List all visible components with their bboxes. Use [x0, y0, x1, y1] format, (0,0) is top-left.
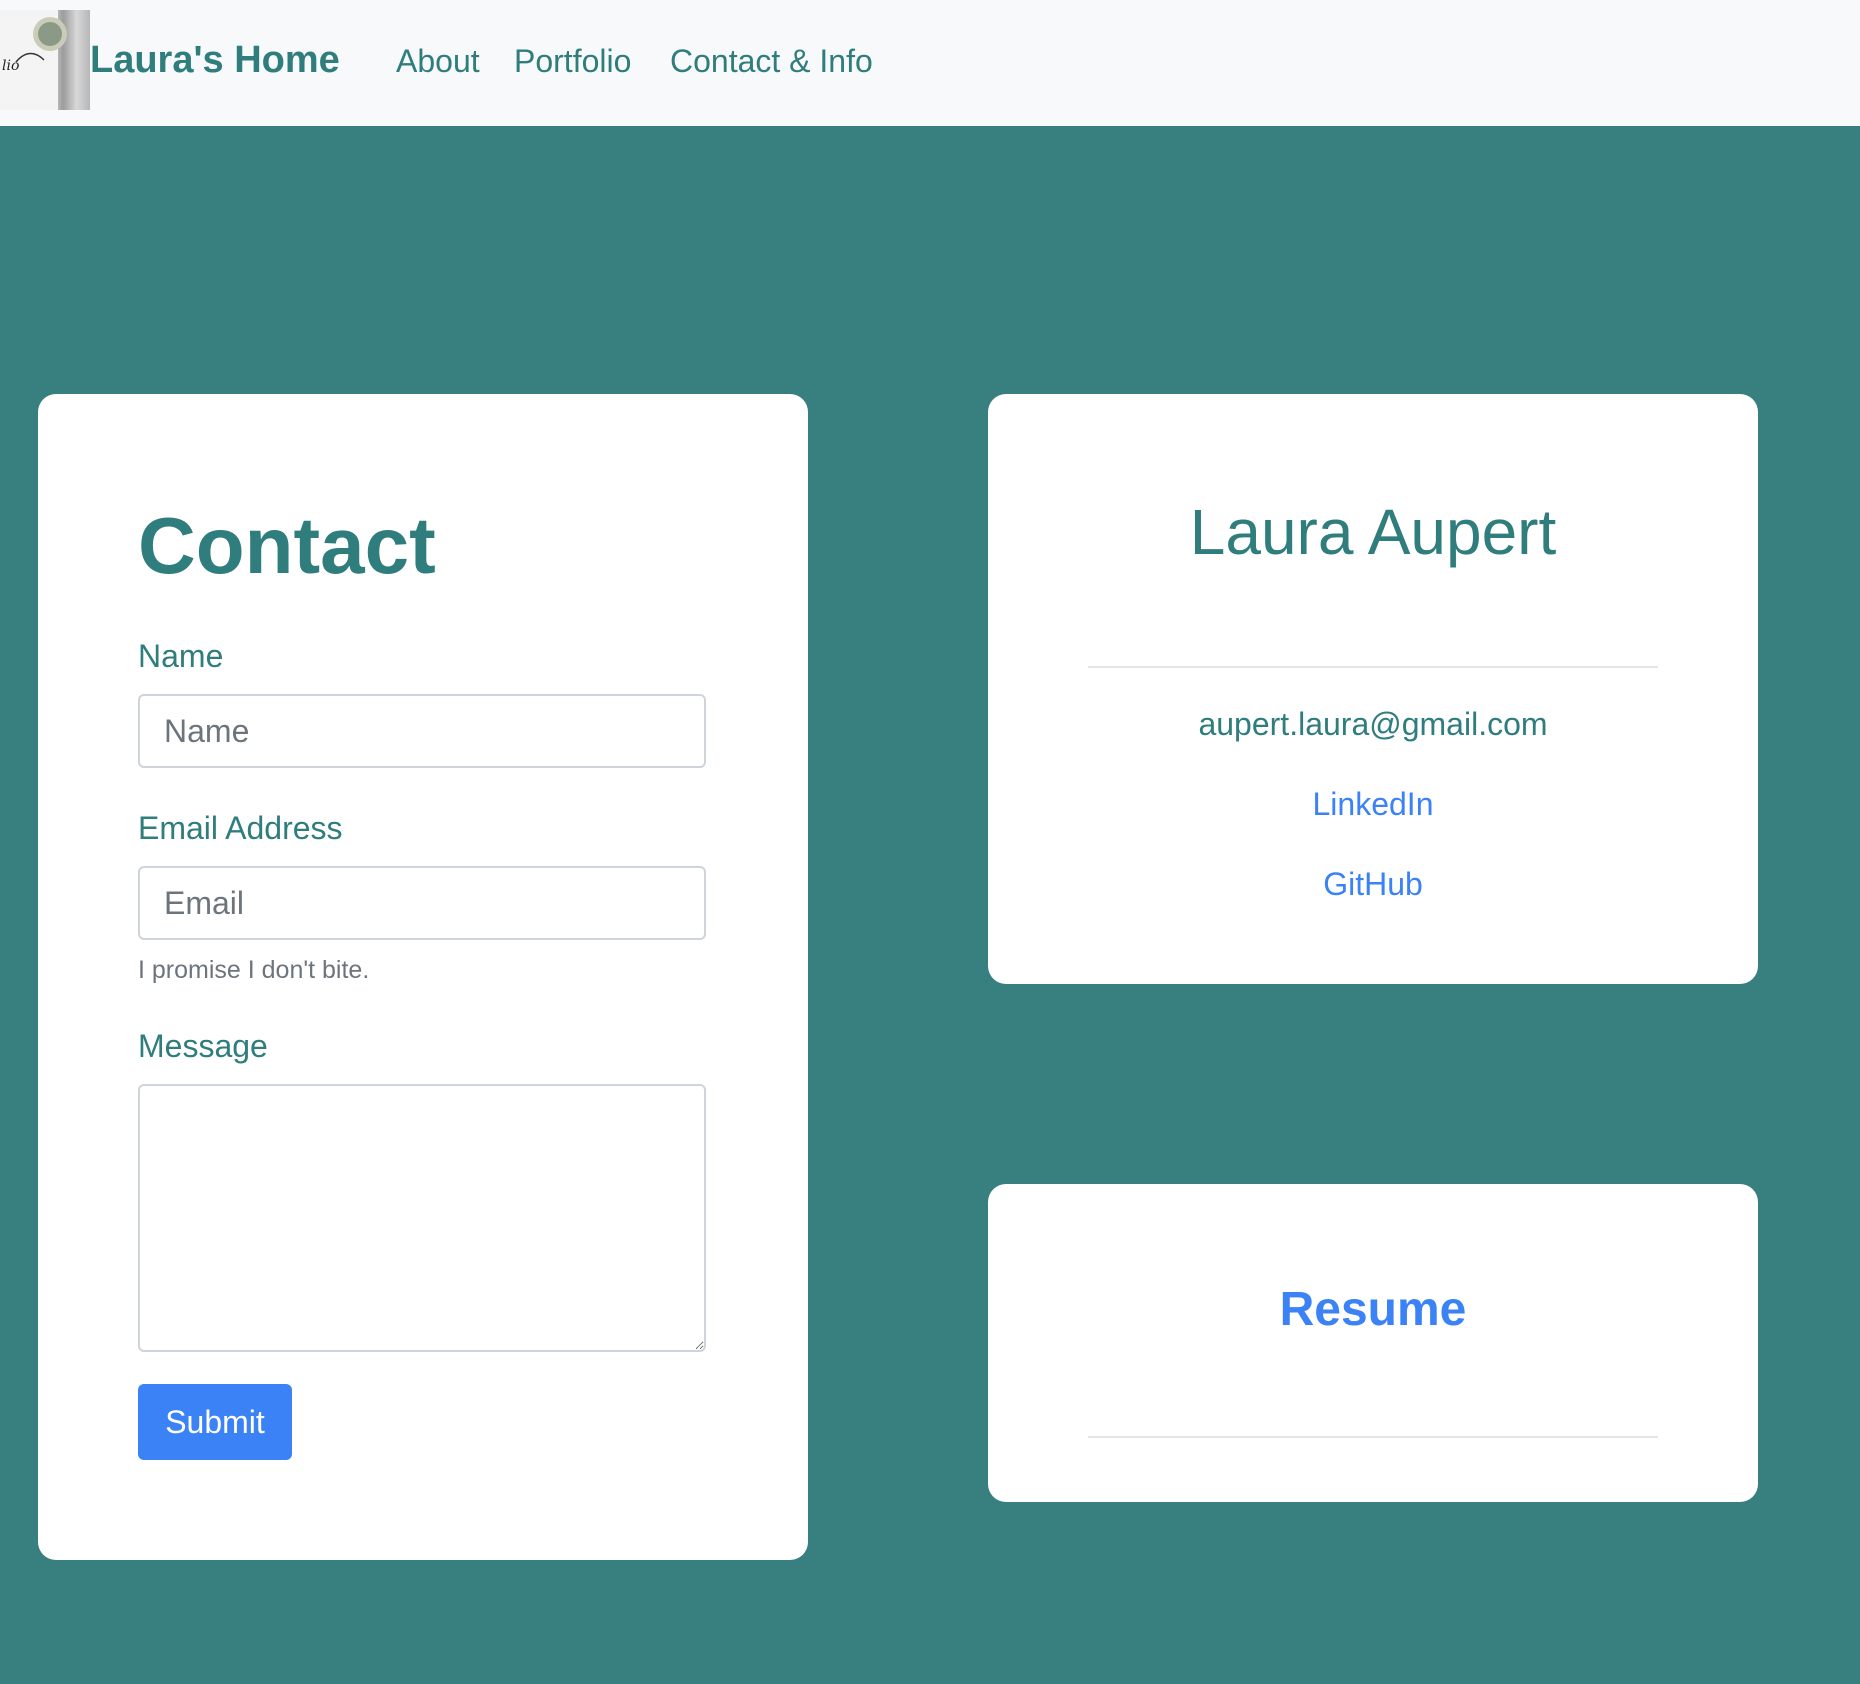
info-email: aupert.laura@gmail.com	[1198, 706, 1548, 742]
email-input[interactable]	[138, 866, 706, 940]
info-name: Laura Aupert	[1189, 496, 1557, 568]
github-link[interactable]: GitHub	[988, 864, 1758, 904]
info-divider	[1088, 666, 1658, 668]
info-card: Laura Aupert aupert.laura@gmail.com Link…	[988, 394, 1758, 984]
brand-logo-image[interactable]: lio	[0, 10, 90, 110]
contact-title: Contact	[138, 501, 436, 590]
message-label: Message	[138, 1028, 268, 1064]
nav-link-contact-info[interactable]: Contact & Info	[670, 40, 873, 82]
name-input[interactable]	[138, 694, 706, 768]
resume-divider	[1088, 1436, 1658, 1438]
resume-link[interactable]: Resume	[988, 1280, 1758, 1340]
submit-button[interactable]: Submit	[138, 1384, 292, 1460]
message-textarea[interactable]	[138, 1084, 706, 1352]
name-label: Name	[138, 638, 224, 674]
contact-form-card: Contact Name Email Address I promise I d…	[38, 394, 808, 1560]
logo-text: lio	[2, 58, 19, 74]
logo-graphic: lio	[0, 10, 67, 110]
email-help-text: I promise I don't bite.	[138, 956, 370, 984]
resume-card: Resume	[988, 1184, 1758, 1502]
nav-link-portfolio[interactable]: Portfolio	[514, 40, 631, 82]
navbar: lio Laura's Home About Portfolio Contact…	[0, 0, 1860, 126]
brand-home-link[interactable]: Laura's Home	[90, 36, 340, 84]
linkedin-link[interactable]: LinkedIn	[988, 784, 1758, 824]
nav-link-about[interactable]: About	[396, 40, 480, 82]
email-label: Email Address	[138, 810, 343, 846]
